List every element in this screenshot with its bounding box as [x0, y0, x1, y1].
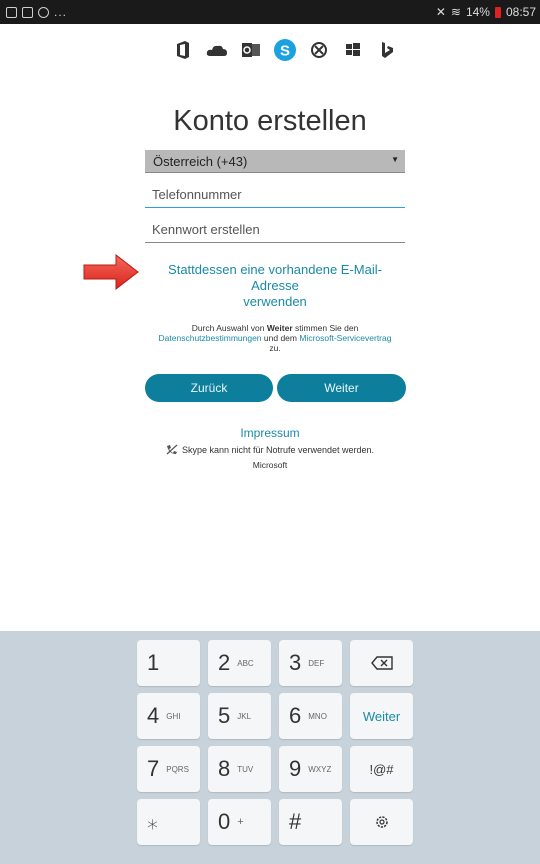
terms-line2: Datenschutzbestimmungen und dem Microsof… [140, 333, 410, 343]
key-2-sub: ABC [237, 658, 254, 668]
key-4-sub: GHI [166, 711, 181, 721]
numeric-keyboard: 1 2 ABC 3 DEF 4 GHI 5 JKL 6 MNO Weiter 7 PQRS … [0, 631, 540, 864]
emergency-notice-text: Skype kann nicht für Notrufe verwendet w… [181, 444, 375, 455]
key-8-label: 8 [218, 756, 231, 781]
wifi-icon: ≋ [450, 5, 461, 19]
microsoft-footer-label: Microsoft [252, 460, 288, 470]
terms-prefix: Durch Auswahl von [191, 323, 267, 333]
office-icon[interactable] [166, 37, 200, 63]
no-emergency-phone-icon [166, 444, 178, 455]
xbox-icon[interactable] [302, 37, 336, 63]
terms-suffix: zu. [269, 343, 281, 353]
app-notification-icon [38, 6, 49, 18]
onedrive-icon[interactable] [200, 37, 234, 63]
key-9[interactable]: 9 WXYZ [279, 746, 342, 792]
hash-key-label: # [289, 809, 302, 834]
more-notifications-icon: ... [54, 5, 68, 19]
password-placeholder: Kennwort erstellen [152, 222, 260, 237]
battery-icon [494, 6, 501, 18]
symbols-key-label: !@# [369, 761, 394, 777]
key-6-sub: MNO [308, 711, 327, 721]
windows-icon[interactable] [336, 37, 370, 63]
terms-and: und dem [261, 333, 300, 343]
gallery-notification-icon [6, 6, 17, 18]
country-select-value: Österreich (+43) [153, 154, 248, 169]
key-5-sub: JKL [237, 711, 252, 721]
backspace-icon [370, 656, 393, 670]
impressum-link[interactable]: Impressum [0, 426, 540, 440]
key-2-label: 2 [218, 650, 231, 675]
key-6-label: 6 [289, 703, 302, 728]
hash-key[interactable]: # [279, 799, 342, 845]
key-1[interactable]: 1 [137, 640, 200, 686]
settings-icon [375, 816, 388, 828]
outlook-icon[interactable] [234, 37, 268, 63]
emergency-notice: Skype kann nicht für Notrufe verwendet w… [0, 444, 540, 455]
key-4[interactable]: 4 GHI [137, 693, 200, 739]
key-9-sub: WXYZ [308, 764, 332, 774]
key-0[interactable]: 0 + [208, 799, 271, 845]
status-right: ✕ ≋ 14% 08:57 [436, 5, 536, 19]
terms-bold-weiter: Weiter [266, 323, 293, 333]
key-3-label: 3 [289, 650, 302, 675]
key-5[interactable]: 5 JKL [208, 693, 271, 739]
key-7-label: 7 [147, 756, 160, 781]
clock: 08:57 [505, 5, 536, 19]
key-8-sub: TUV [237, 764, 254, 774]
key-8[interactable]: 8 TUV [208, 746, 271, 792]
key-2[interactable]: 2 ABC [208, 640, 271, 686]
next-button[interactable]: Weiter [277, 374, 406, 402]
use-existing-email-link-line1: Stattdessen eine vorhandene E-Mail-Adres… [168, 262, 382, 293]
country-select[interactable]: Österreich (+43) ▼ [145, 150, 405, 173]
key-9-label: 9 [289, 756, 302, 781]
symbols-key[interactable]: !@# [350, 746, 413, 792]
battery-percent: 14% [465, 5, 490, 19]
key-6[interactable]: 6 MNO [279, 693, 342, 739]
key-3[interactable]: 3 DEF [279, 640, 342, 686]
phone-number-input[interactable]: Telefonnummer [145, 184, 405, 208]
keyboard-next-label: Weiter [362, 708, 401, 724]
use-existing-email-link[interactable]: Stattdessen eine vorhandene E-Mail-Adres… [145, 262, 405, 310]
status-left: ... [6, 5, 67, 19]
key-0-sub: + [237, 816, 244, 828]
back-button[interactable]: Zurück [145, 374, 273, 402]
password-input[interactable]: Kennwort erstellen [145, 219, 405, 243]
bing-icon[interactable] [370, 37, 404, 63]
bag-notification-icon [22, 6, 33, 18]
key-1-label: 1 [147, 650, 160, 675]
terms-line1: Durch Auswahl von Weiter stimmen Sie den [140, 323, 410, 333]
svg-text:S: S [280, 43, 290, 60]
terms-middle: stimmen Sie den [292, 323, 359, 333]
use-existing-email-link-line2: verwenden [243, 294, 307, 309]
asterisk-key[interactable]: ⁎ [137, 799, 200, 845]
key-7[interactable]: 7 PQRS [137, 746, 200, 792]
key-7-sub: PQRS [166, 764, 189, 774]
status-bar: ... ✕ ≋ 14% 08:57 [0, 0, 540, 24]
backspace-key[interactable] [350, 640, 413, 686]
key-3-sub: DEF [308, 658, 325, 668]
phone-number-placeholder: Telefonnummer [152, 187, 242, 202]
skype-icon[interactable]: S [268, 37, 302, 63]
asterisk-key-label: ⁎ [147, 809, 158, 834]
key-5-label: 5 [218, 703, 231, 728]
services-agreement-link[interactable]: Microsoft-Servicevertrag [299, 333, 391, 343]
terms-text: Durch Auswahl von Weiter stimmen Sie den… [140, 323, 410, 353]
key-0-label: 0 [218, 809, 231, 834]
page-title: Konto erstellen [173, 105, 367, 137]
mute-icon: ✕ [435, 5, 446, 19]
product-icons-row: S [166, 37, 404, 63]
key-4-label: 4 [147, 703, 160, 728]
red-arrow-annotation-icon [83, 253, 139, 291]
dropdown-arrow-icon: ▼ [391, 155, 399, 164]
privacy-policy-link[interactable]: Datenschutzbestimmungen [159, 333, 262, 343]
keyboard-next-key[interactable]: Weiter [350, 693, 413, 739]
keyboard-settings-key[interactable] [350, 799, 413, 845]
